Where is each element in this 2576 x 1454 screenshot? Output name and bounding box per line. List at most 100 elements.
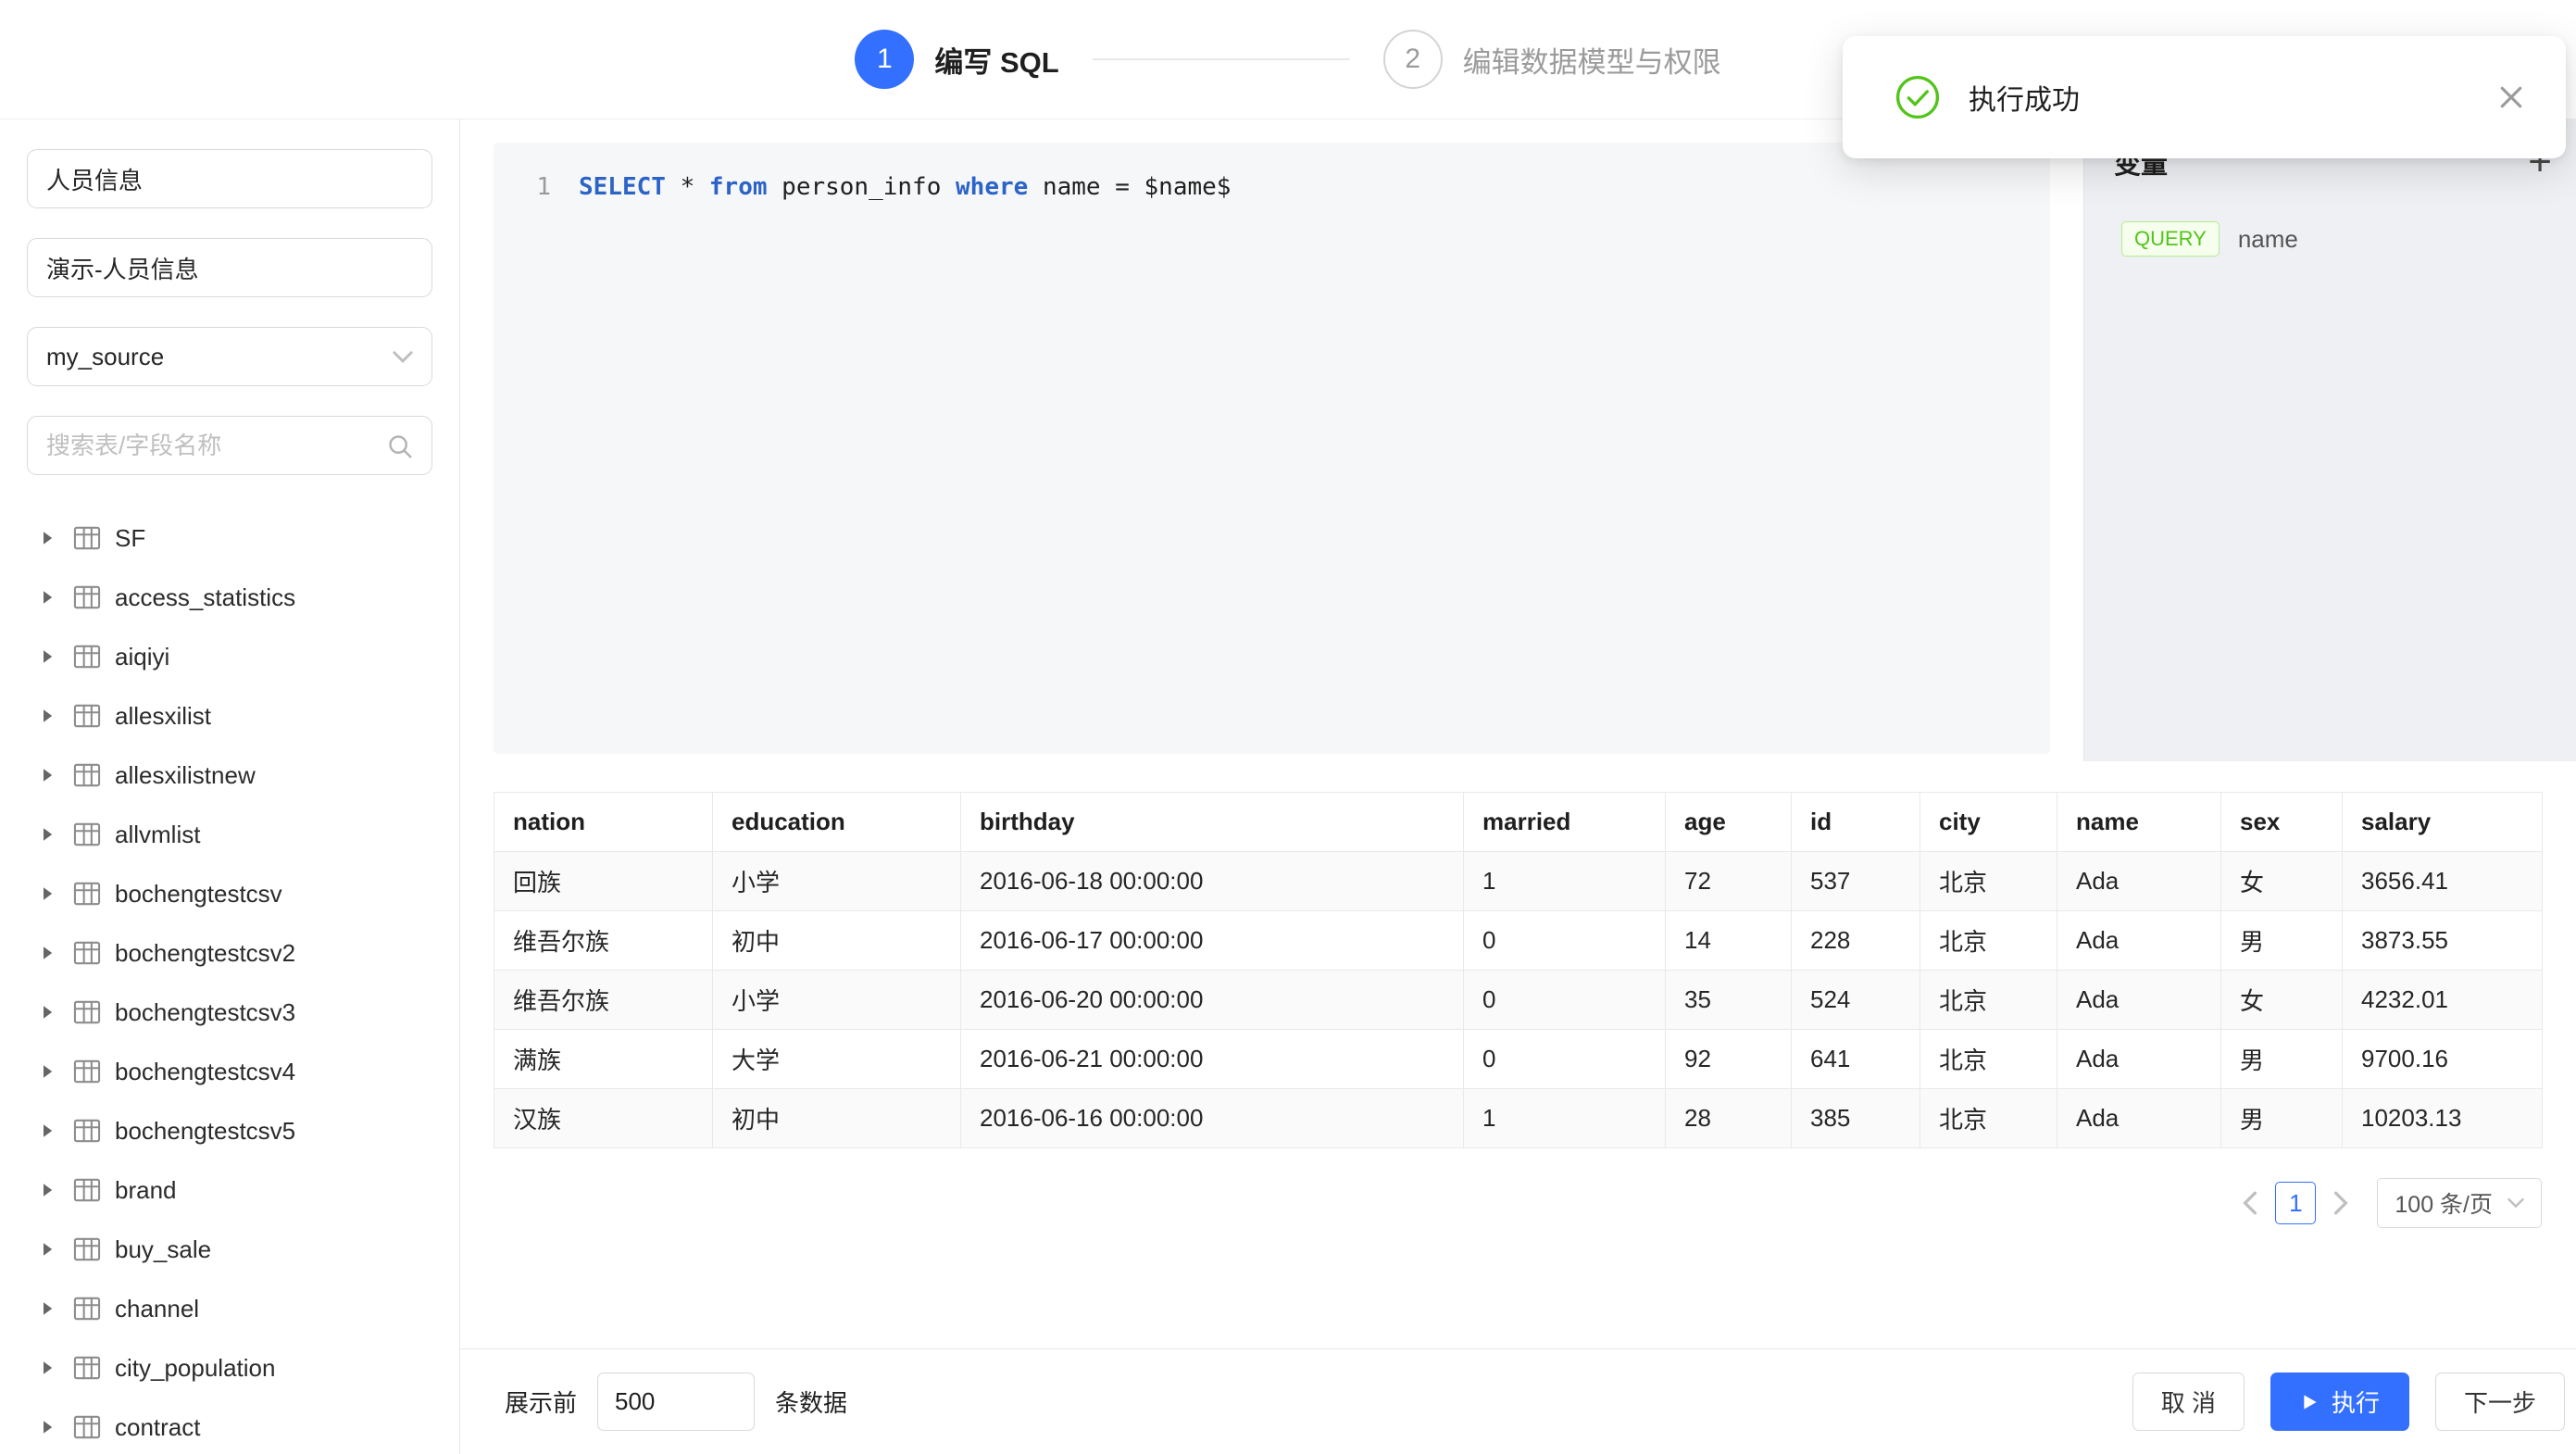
tree-item-bochengtestcsv3[interactable]: bochengtestcsv3: [27, 983, 432, 1042]
page-size-select[interactable]: 100 条/页: [2377, 1178, 2542, 1228]
caret-right-icon[interactable]: [38, 825, 60, 844]
table-cell: 维吾尔族: [494, 971, 713, 1030]
pagination-current-page[interactable]: 1: [2275, 1182, 2316, 1224]
main-area: 1 SELECT * from person_info where name =…: [460, 119, 2576, 1454]
chevron-right-icon[interactable]: [2325, 1191, 2357, 1215]
table-search-input[interactable]: [27, 416, 432, 475]
cancel-button[interactable]: 取 消: [2132, 1373, 2245, 1431]
table-cell: 0: [1464, 1030, 1666, 1089]
table-icon: [73, 762, 101, 788]
tree-item-bochengtestcsv5[interactable]: bochengtestcsv5: [27, 1101, 432, 1160]
sql-code: SELECT * from person_info where name = $…: [579, 167, 1231, 207]
table-icon: [73, 999, 101, 1025]
next-step-button[interactable]: 下一步: [2435, 1373, 2565, 1431]
close-icon[interactable]: [2494, 80, 2529, 115]
sql-token: *: [666, 173, 709, 201]
column-header-name: name: [2057, 793, 2221, 852]
tree-item-contract[interactable]: contract: [27, 1398, 432, 1454]
tree-item-label: allvmlist: [115, 821, 200, 849]
column-header-nation: nation: [494, 793, 713, 852]
table-cell: 小学: [713, 971, 961, 1030]
column-header-birthday: birthday: [961, 793, 1464, 852]
column-header-salary: salary: [2343, 793, 2543, 852]
tree-item-SF[interactable]: SF: [27, 508, 432, 568]
table-cell: 汉族: [494, 1089, 713, 1148]
tree-item-bochengtestcsv2[interactable]: bochengtestcsv2: [27, 923, 432, 983]
table-cell: 641: [1792, 1030, 1920, 1089]
tree-item-city_population[interactable]: city_population: [27, 1338, 432, 1398]
tree-item-allesxilist[interactable]: allesxilist: [27, 686, 432, 746]
caret-right-icon[interactable]: [38, 1240, 60, 1259]
table-row: 维吾尔族小学2016-06-20 00:00:00035524北京Ada女423…: [494, 971, 2543, 1030]
tree-item-bochengtestcsv4[interactable]: bochengtestcsv4: [27, 1042, 432, 1101]
column-header-married: married: [1464, 793, 1666, 852]
execute-button[interactable]: 执行: [2270, 1373, 2409, 1431]
table-cell: 524: [1792, 971, 1920, 1030]
caret-right-icon[interactable]: [38, 707, 60, 725]
caret-right-icon[interactable]: [38, 1418, 60, 1436]
play-icon: [2300, 1392, 2319, 1412]
caret-right-icon[interactable]: [38, 529, 60, 547]
result-table: nationeducationbirthdaymarriedageidcityn…: [494, 792, 2543, 1148]
tree-item-allvmlist[interactable]: allvmlist: [27, 805, 432, 864]
limit-input[interactable]: [597, 1373, 755, 1431]
column-header-age: age: [1666, 793, 1792, 852]
table-cell: 2016-06-17 00:00:00: [961, 911, 1464, 971]
column-header-sex: sex: [2221, 793, 2343, 852]
caret-right-icon[interactable]: [38, 1359, 60, 1377]
tree-item-allesxilistnew[interactable]: allesxilistnew: [27, 746, 432, 805]
table-cell: 初中: [713, 911, 961, 971]
caret-right-icon[interactable]: [38, 1062, 60, 1081]
tree-item-access_statistics[interactable]: access_statistics: [27, 568, 432, 627]
variable-type-tag: QUERY: [2121, 221, 2220, 257]
tree-item-buy_sale[interactable]: buy_sale: [27, 1220, 432, 1279]
caret-right-icon[interactable]: [38, 1299, 60, 1318]
sql-token: person_info: [768, 173, 957, 201]
step-write-sql[interactable]: 1 编写 SQL: [855, 30, 1058, 89]
caret-right-icon[interactable]: [38, 1122, 60, 1140]
code-line: 1 SELECT * from person_info where name =…: [531, 167, 2050, 207]
table-cell: Ada: [2057, 971, 2221, 1030]
result-table-body: 回族小学2016-06-18 00:00:00172537北京Ada女3656.…: [494, 852, 2543, 1148]
step-1-circle: 1: [855, 30, 914, 89]
sql-token: where: [956, 173, 1028, 201]
table-cell: 92: [1666, 1030, 1792, 1089]
caret-right-icon[interactable]: [38, 647, 60, 666]
step-edit-model[interactable]: 2 编辑数据模型与权限: [1383, 30, 1721, 89]
table-cell: Ada: [2057, 1030, 2221, 1089]
table-row: 维吾尔族初中2016-06-17 00:00:00014228北京Ada男387…: [494, 911, 2543, 971]
tree-item-label: bochengtestcsv2: [115, 939, 295, 968]
tree-item-label: bochengtestcsv: [115, 880, 282, 909]
tree-item-label: bochengtestcsv3: [115, 998, 295, 1027]
step-2-label: 编辑数据模型与权限: [1463, 39, 1721, 81]
table-cell: 男: [2221, 911, 2343, 971]
limit-prefix-label: 展示前: [505, 1385, 577, 1419]
caret-right-icon[interactable]: [38, 1181, 60, 1199]
caret-right-icon[interactable]: [38, 884, 60, 903]
table-cell: 3873.55: [2343, 911, 2543, 971]
table-cell: 385: [1792, 1089, 1920, 1148]
model-display-name-input[interactable]: [27, 238, 432, 297]
result-table-area: nationeducationbirthdaymarriedageidcityn…: [460, 761, 2576, 1348]
datasource-select[interactable]: my_source: [27, 327, 432, 386]
chevron-left-icon[interactable]: [2234, 1191, 2266, 1215]
model-name-input[interactable]: [27, 149, 432, 208]
tree-item-channel[interactable]: channel: [27, 1279, 432, 1338]
table-search: [27, 416, 432, 475]
caret-right-icon[interactable]: [38, 766, 60, 784]
tree-item-bochengtestcsv[interactable]: bochengtestcsv: [27, 864, 432, 923]
variables-panel: 变量 + QUERYname: [2083, 119, 2576, 761]
caret-right-icon[interactable]: [38, 588, 60, 607]
column-header-id: id: [1792, 793, 1920, 852]
tree-item-label: brand: [115, 1176, 177, 1205]
footer-actions: 取 消 执行 下一步: [2107, 1373, 2565, 1431]
success-toast: 执行成功: [1843, 36, 2566, 158]
check-circle-icon: [1894, 74, 1941, 120]
tree-item-brand[interactable]: brand: [27, 1160, 432, 1220]
caret-right-icon[interactable]: [38, 944, 60, 962]
tree-item-aiqiyi[interactable]: aiqiyi: [27, 627, 432, 686]
caret-right-icon[interactable]: [38, 1003, 60, 1022]
step-2-circle: 2: [1383, 30, 1443, 89]
tree-item-label: aiqiyi: [115, 643, 169, 671]
sql-editor[interactable]: 1 SELECT * from person_info where name =…: [494, 143, 2050, 754]
